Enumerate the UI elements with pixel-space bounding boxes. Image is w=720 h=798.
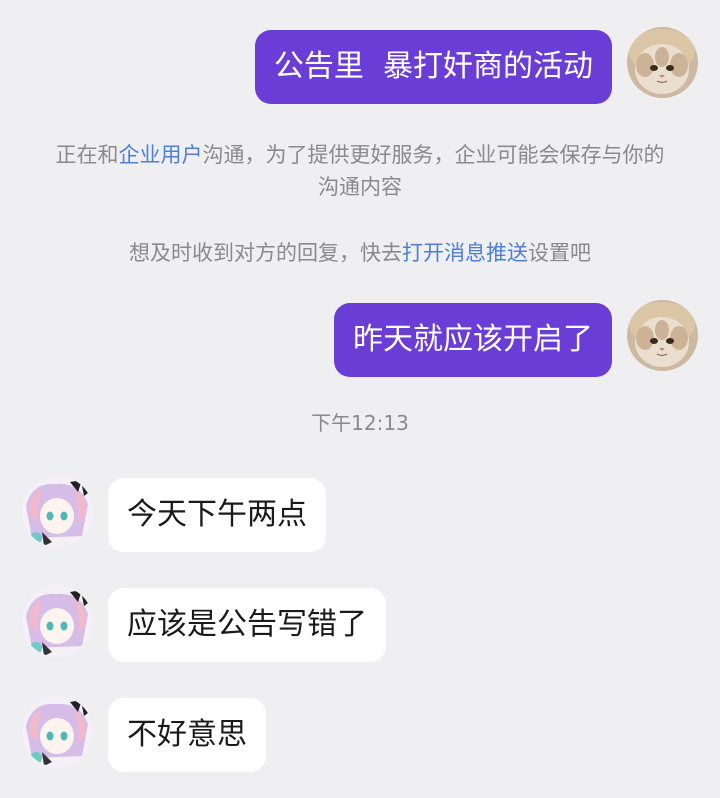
- incoming-message-bubble[interactable]: 今天下午两点: [108, 478, 326, 552]
- system-notice-privacy: 正在和企业用户沟通，为了提供更好服务，企业可能会保存与你的沟通内容: [50, 139, 670, 203]
- message-timestamp: 下午12:13: [311, 411, 409, 435]
- incoming-message-bubble[interactable]: 不好意思: [108, 698, 266, 772]
- notice-text: 想及时收到对方的回复，快去: [129, 241, 402, 265]
- enterprise-user-link[interactable]: 企业用户: [119, 143, 203, 167]
- enable-push-link[interactable]: 打开消息推送: [402, 241, 528, 265]
- incoming-message-bubble[interactable]: 应该是公告写错了: [108, 588, 386, 662]
- cat-avatar[interactable]: [627, 27, 698, 98]
- outgoing-message-bubble[interactable]: 昨天就应该开启了: [334, 303, 612, 377]
- contact-avatar[interactable]: [22, 696, 93, 767]
- cat-avatar[interactable]: [627, 300, 698, 371]
- notice-text: 沟通，为了提供更好服务，企业可能会保存与你的沟通内容: [202, 143, 665, 199]
- contact-avatar[interactable]: [22, 586, 93, 657]
- contact-avatar[interactable]: [22, 476, 93, 547]
- notice-text: 设置吧: [528, 241, 591, 265]
- notice-text: 正在和: [55, 143, 119, 167]
- outgoing-message-bubble[interactable]: 公告里 暴打奸商的活动: [254, 30, 612, 104]
- system-notice-push: 想及时收到对方的回复，快去打开消息推送设置吧: [50, 237, 670, 269]
